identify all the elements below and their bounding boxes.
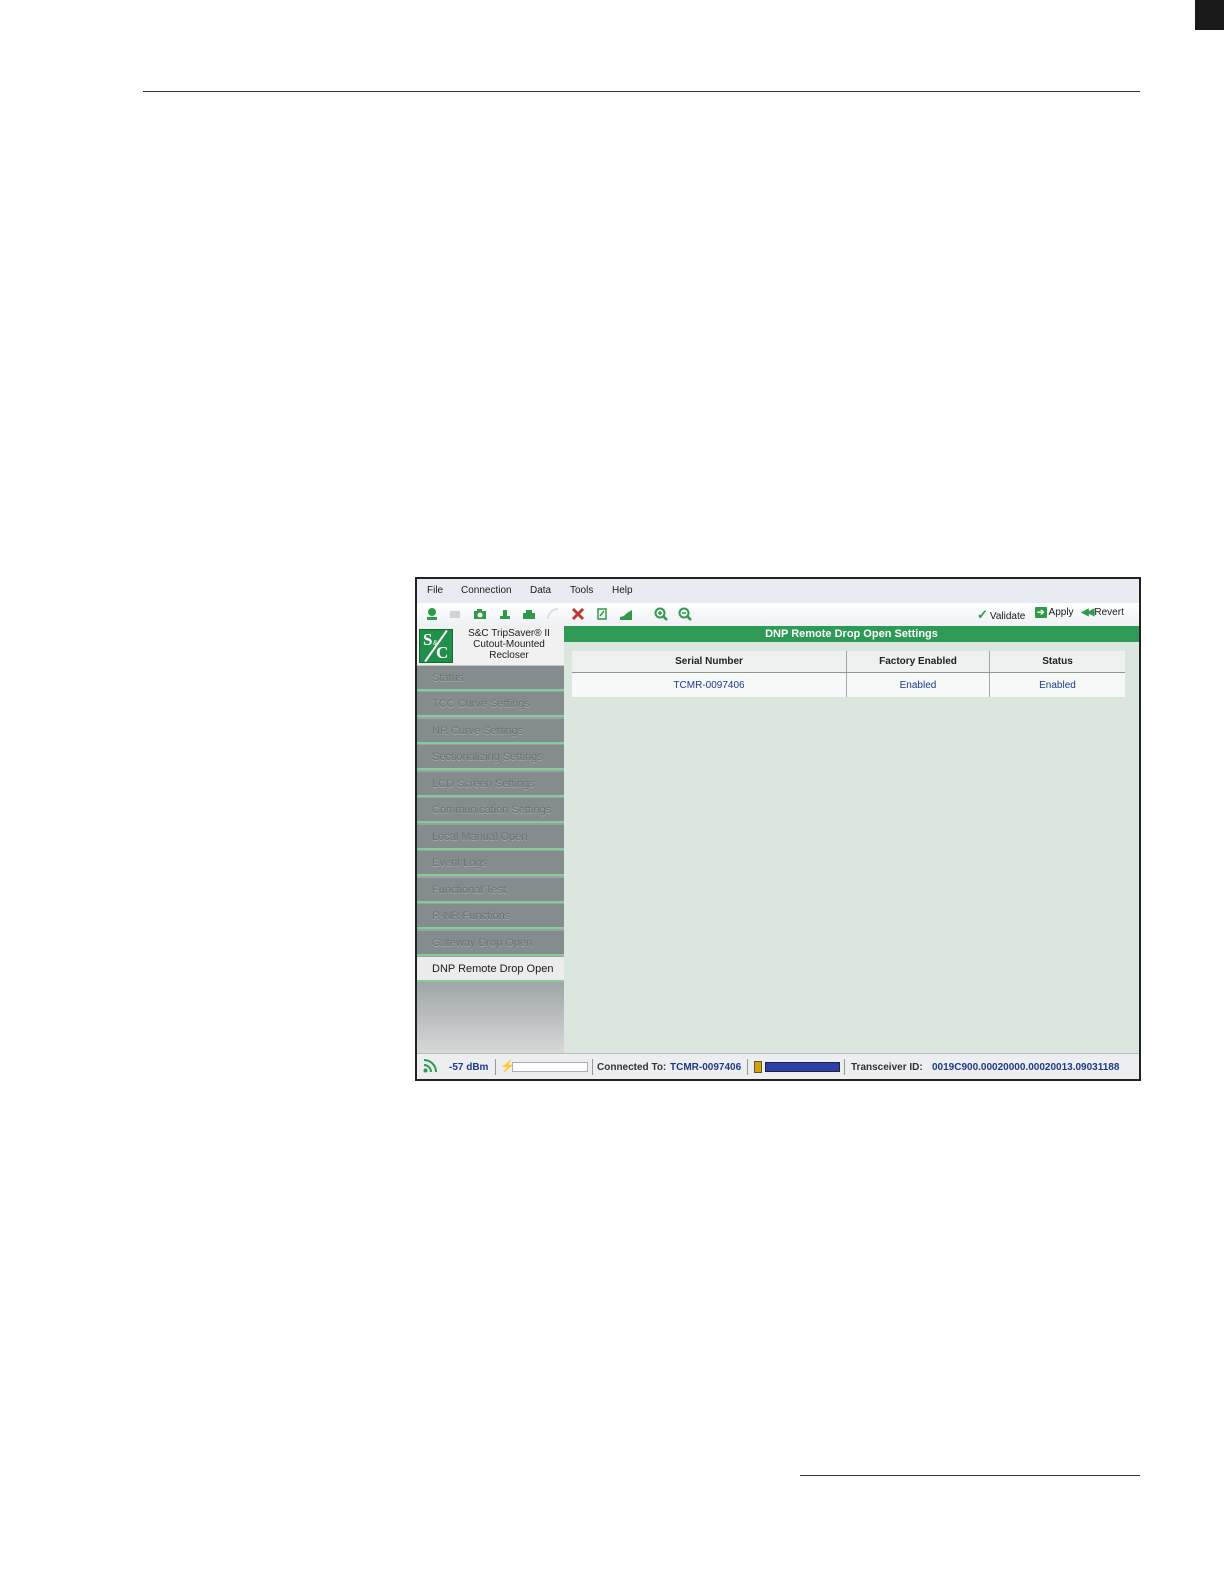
main-panel: DNP Remote Drop Open Settings Serial Num…: [564, 626, 1139, 1053]
sidebar-item-tcc-curve-settings[interactable]: TCC Curve Settings: [417, 692, 564, 717]
sidebar-item-gateway-drop-open[interactable]: Gateway Drop Open: [417, 931, 564, 956]
upload-icon[interactable]: [498, 607, 512, 621]
revert-label: Revert: [1094, 607, 1124, 618]
connected-label: Connected To:: [597, 1062, 667, 1073]
settings-table: Serial Number Factory Enabled Status TCM…: [572, 651, 1125, 697]
connected-value: TCMR-0097406: [670, 1062, 742, 1073]
toolbar: ✓ Validate ➔ Apply ◀◀ Revert: [417, 603, 1139, 627]
menu-help[interactable]: Help: [612, 585, 633, 596]
sidebar-item-dnp-remote-drop-open[interactable]: DNP Remote Drop Open: [417, 957, 564, 982]
print-icon[interactable]: [522, 607, 536, 621]
page-title: DNP Remote Drop Open Settings: [564, 626, 1139, 642]
page-top-rule: [143, 91, 1140, 92]
sidebar-item-event-logs[interactable]: Event Logs: [417, 851, 564, 876]
camera-icon[interactable]: [473, 607, 487, 621]
chart-icon[interactable]: [619, 607, 633, 621]
apply-label: Apply: [1048, 607, 1074, 618]
sidebar-item-r-nr-functions[interactable]: R-NR Functions: [417, 904, 564, 929]
factory-enabled-cell: Enabled: [846, 672, 990, 697]
menu-bar: File Connection Data Tools Help: [417, 579, 1139, 604]
signal-strength-icon: [423, 1059, 437, 1073]
table-row[interactable]: TCMR-0097406 Enabled Enabled: [572, 672, 1125, 697]
page-tab-mark: [1195, 0, 1224, 30]
product-name: S&C TripSaver® II Cutout-Mounted Reclose…: [468, 628, 550, 661]
sidebar-item-local-manual-open[interactable]: Local Manual Open: [417, 825, 564, 850]
zoom-in-icon[interactable]: [654, 607, 668, 621]
sidebar: S&C S&C TripSaver® II Cutout-Mounted Rec…: [417, 626, 564, 1053]
zoom-out-icon[interactable]: [678, 607, 692, 621]
validate-label: Validate: [989, 611, 1026, 622]
validate-button[interactable]: ✓ Validate: [977, 607, 1025, 623]
sc-logo: S&C: [419, 629, 453, 663]
menu-tools[interactable]: Tools: [570, 585, 593, 596]
delete-icon[interactable]: [571, 607, 585, 621]
page-bottom-rule: [800, 1475, 1140, 1476]
sidebar-item-lcd-screen-settings[interactable]: LCD Screen Settings: [417, 772, 564, 797]
sidebar-item-nr-curve-settings[interactable]: NR Curve Settings: [417, 719, 564, 744]
check-icon: ✓: [977, 607, 988, 622]
serial-number-cell: TCMR-0097406: [572, 672, 847, 697]
sidebar-item-status[interactable]: Status: [417, 666, 564, 691]
column-header-serial-number[interactable]: Serial Number: [572, 651, 847, 673]
disconnect-icon[interactable]: [448, 607, 462, 621]
transceiver-label: Transceiver ID:: [851, 1062, 923, 1073]
brand-panel: S&C S&C TripSaver® II Cutout-Mounted Rec…: [417, 626, 564, 666]
status-cell[interactable]: Enabled: [989, 672, 1125, 697]
revert-icon: ◀◀: [1081, 607, 1094, 618]
app-window: File Connection Data Tools Help ✓ Validat…: [415, 577, 1141, 1081]
status-bar: -57 dBm ⚡ Connected To: TCMR-0097406 Tra…: [417, 1053, 1139, 1079]
menu-connection[interactable]: Connection: [461, 585, 512, 596]
power-progress-bar: [512, 1062, 588, 1072]
signal-icon[interactable]: [546, 607, 560, 621]
battery-icon: [754, 1061, 762, 1073]
menu-data[interactable]: Data: [530, 585, 551, 596]
column-header-factory-enabled[interactable]: Factory Enabled: [846, 651, 990, 673]
menu-file[interactable]: File: [427, 585, 443, 596]
signal-strength-value: -57 dBm: [449, 1062, 489, 1073]
transceiver-id-value: 0019C900.00020000.00020013.09031188: [932, 1062, 1120, 1073]
sidebar-item-functional-test[interactable]: Functional Test: [417, 878, 564, 903]
edit-icon[interactable]: [595, 607, 609, 621]
connect-icon[interactable]: [425, 607, 439, 621]
sidebar-item-communication-settings[interactable]: Communication Settings: [417, 798, 564, 823]
apply-arrow-icon: ➔: [1035, 607, 1047, 618]
revert-button[interactable]: ◀◀ Revert: [1081, 607, 1124, 618]
apply-button[interactable]: ➔ Apply: [1035, 607, 1074, 618]
sidebar-item-sectionalizing-settings[interactable]: Sectionalizing Settings: [417, 745, 564, 770]
battery-level-bar: [765, 1062, 840, 1072]
column-header-status[interactable]: Status: [989, 651, 1125, 673]
